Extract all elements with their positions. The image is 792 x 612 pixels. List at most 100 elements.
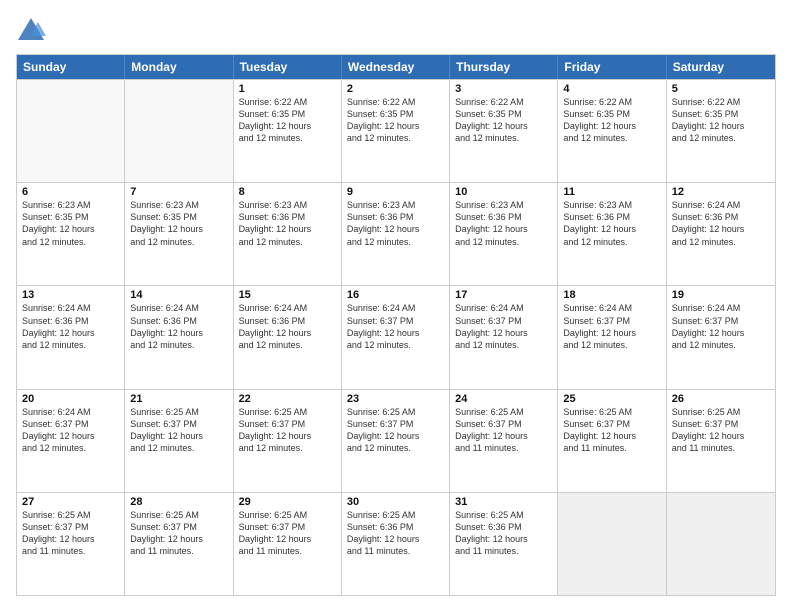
day-info: Sunrise: 6:24 AM Sunset: 6:37 PM Dayligh… — [672, 302, 770, 351]
day-number: 16 — [347, 289, 444, 301]
calendar-cell: 22Sunrise: 6:25 AM Sunset: 6:37 PM Dayli… — [234, 390, 342, 492]
day-info: Sunrise: 6:24 AM Sunset: 6:37 PM Dayligh… — [455, 302, 552, 351]
day-number: 13 — [22, 289, 119, 301]
calendar-cell: 4Sunrise: 6:22 AM Sunset: 6:35 PM Daylig… — [558, 80, 666, 182]
calendar-cell: 31Sunrise: 6:25 AM Sunset: 6:36 PM Dayli… — [450, 493, 558, 595]
day-number: 12 — [672, 186, 770, 198]
page: SundayMondayTuesdayWednesdayThursdayFrid… — [0, 0, 792, 612]
day-info: Sunrise: 6:25 AM Sunset: 6:37 PM Dayligh… — [239, 406, 336, 455]
day-info: Sunrise: 6:22 AM Sunset: 6:35 PM Dayligh… — [672, 96, 770, 145]
day-info: Sunrise: 6:25 AM Sunset: 6:36 PM Dayligh… — [347, 509, 444, 558]
day-info: Sunrise: 6:23 AM Sunset: 6:35 PM Dayligh… — [22, 199, 119, 248]
day-info: Sunrise: 6:25 AM Sunset: 6:37 PM Dayligh… — [130, 509, 227, 558]
day-info: Sunrise: 6:24 AM Sunset: 6:37 PM Dayligh… — [347, 302, 444, 351]
header-day-monday: Monday — [125, 55, 233, 79]
calendar-cell: 25Sunrise: 6:25 AM Sunset: 6:37 PM Dayli… — [558, 390, 666, 492]
calendar-header: SundayMondayTuesdayWednesdayThursdayFrid… — [17, 55, 775, 79]
calendar-cell — [125, 80, 233, 182]
day-info: Sunrise: 6:25 AM Sunset: 6:37 PM Dayligh… — [130, 406, 227, 455]
day-info: Sunrise: 6:25 AM Sunset: 6:37 PM Dayligh… — [347, 406, 444, 455]
day-info: Sunrise: 6:23 AM Sunset: 6:36 PM Dayligh… — [563, 199, 660, 248]
day-number: 3 — [455, 83, 552, 95]
calendar-cell: 1Sunrise: 6:22 AM Sunset: 6:35 PM Daylig… — [234, 80, 342, 182]
calendar-cell: 28Sunrise: 6:25 AM Sunset: 6:37 PM Dayli… — [125, 493, 233, 595]
day-info: Sunrise: 6:23 AM Sunset: 6:35 PM Dayligh… — [130, 199, 227, 248]
calendar-cell: 26Sunrise: 6:25 AM Sunset: 6:37 PM Dayli… — [667, 390, 775, 492]
day-number: 10 — [455, 186, 552, 198]
calendar-cell: 7Sunrise: 6:23 AM Sunset: 6:35 PM Daylig… — [125, 183, 233, 285]
calendar-cell — [667, 493, 775, 595]
day-number: 2 — [347, 83, 444, 95]
day-number: 23 — [347, 393, 444, 405]
day-number: 9 — [347, 186, 444, 198]
calendar-cell: 14Sunrise: 6:24 AM Sunset: 6:36 PM Dayli… — [125, 286, 233, 388]
day-info: Sunrise: 6:25 AM Sunset: 6:36 PM Dayligh… — [455, 509, 552, 558]
day-number: 4 — [563, 83, 660, 95]
day-number: 20 — [22, 393, 119, 405]
day-number: 22 — [239, 393, 336, 405]
day-number: 30 — [347, 496, 444, 508]
calendar-cell: 27Sunrise: 6:25 AM Sunset: 6:37 PM Dayli… — [17, 493, 125, 595]
day-number: 31 — [455, 496, 552, 508]
calendar-cell: 3Sunrise: 6:22 AM Sunset: 6:35 PM Daylig… — [450, 80, 558, 182]
day-info: Sunrise: 6:23 AM Sunset: 6:36 PM Dayligh… — [455, 199, 552, 248]
day-info: Sunrise: 6:25 AM Sunset: 6:37 PM Dayligh… — [239, 509, 336, 558]
day-number: 7 — [130, 186, 227, 198]
day-number: 17 — [455, 289, 552, 301]
day-info: Sunrise: 6:24 AM Sunset: 6:36 PM Dayligh… — [239, 302, 336, 351]
day-number: 11 — [563, 186, 660, 198]
calendar-cell: 11Sunrise: 6:23 AM Sunset: 6:36 PM Dayli… — [558, 183, 666, 285]
week-row-1: 6Sunrise: 6:23 AM Sunset: 6:35 PM Daylig… — [17, 182, 775, 285]
calendar-cell: 9Sunrise: 6:23 AM Sunset: 6:36 PM Daylig… — [342, 183, 450, 285]
day-info: Sunrise: 6:22 AM Sunset: 6:35 PM Dayligh… — [239, 96, 336, 145]
day-number: 25 — [563, 393, 660, 405]
day-info: Sunrise: 6:25 AM Sunset: 6:37 PM Dayligh… — [563, 406, 660, 455]
day-info: Sunrise: 6:24 AM Sunset: 6:37 PM Dayligh… — [22, 406, 119, 455]
day-info: Sunrise: 6:24 AM Sunset: 6:37 PM Dayligh… — [563, 302, 660, 351]
calendar-cell: 17Sunrise: 6:24 AM Sunset: 6:37 PM Dayli… — [450, 286, 558, 388]
header-day-sunday: Sunday — [17, 55, 125, 79]
calendar-cell: 12Sunrise: 6:24 AM Sunset: 6:36 PM Dayli… — [667, 183, 775, 285]
day-number: 24 — [455, 393, 552, 405]
calendar-cell — [17, 80, 125, 182]
day-info: Sunrise: 6:22 AM Sunset: 6:35 PM Dayligh… — [563, 96, 660, 145]
day-info: Sunrise: 6:23 AM Sunset: 6:36 PM Dayligh… — [347, 199, 444, 248]
header-day-thursday: Thursday — [450, 55, 558, 79]
day-number: 21 — [130, 393, 227, 405]
header-day-wednesday: Wednesday — [342, 55, 450, 79]
calendar-cell: 5Sunrise: 6:22 AM Sunset: 6:35 PM Daylig… — [667, 80, 775, 182]
day-number: 5 — [672, 83, 770, 95]
calendar-cell: 2Sunrise: 6:22 AM Sunset: 6:35 PM Daylig… — [342, 80, 450, 182]
header-day-saturday: Saturday — [667, 55, 775, 79]
day-number: 8 — [239, 186, 336, 198]
calendar-cell: 24Sunrise: 6:25 AM Sunset: 6:37 PM Dayli… — [450, 390, 558, 492]
day-info: Sunrise: 6:22 AM Sunset: 6:35 PM Dayligh… — [455, 96, 552, 145]
day-info: Sunrise: 6:24 AM Sunset: 6:36 PM Dayligh… — [130, 302, 227, 351]
day-info: Sunrise: 6:24 AM Sunset: 6:36 PM Dayligh… — [22, 302, 119, 351]
calendar-cell: 6Sunrise: 6:23 AM Sunset: 6:35 PM Daylig… — [17, 183, 125, 285]
day-number: 15 — [239, 289, 336, 301]
day-number: 6 — [22, 186, 119, 198]
day-number: 18 — [563, 289, 660, 301]
week-row-3: 20Sunrise: 6:24 AM Sunset: 6:37 PM Dayli… — [17, 389, 775, 492]
calendar: SundayMondayTuesdayWednesdayThursdayFrid… — [16, 54, 776, 596]
day-info: Sunrise: 6:23 AM Sunset: 6:36 PM Dayligh… — [239, 199, 336, 248]
header-day-friday: Friday — [558, 55, 666, 79]
calendar-cell: 8Sunrise: 6:23 AM Sunset: 6:36 PM Daylig… — [234, 183, 342, 285]
day-number: 28 — [130, 496, 227, 508]
header — [16, 16, 776, 44]
day-number: 29 — [239, 496, 336, 508]
calendar-cell: 13Sunrise: 6:24 AM Sunset: 6:36 PM Dayli… — [17, 286, 125, 388]
calendar-cell — [558, 493, 666, 595]
calendar-cell: 21Sunrise: 6:25 AM Sunset: 6:37 PM Dayli… — [125, 390, 233, 492]
calendar-cell: 10Sunrise: 6:23 AM Sunset: 6:36 PM Dayli… — [450, 183, 558, 285]
day-info: Sunrise: 6:24 AM Sunset: 6:36 PM Dayligh… — [672, 199, 770, 248]
calendar-body: 1Sunrise: 6:22 AM Sunset: 6:35 PM Daylig… — [17, 79, 775, 595]
day-number: 1 — [239, 83, 336, 95]
day-info: Sunrise: 6:25 AM Sunset: 6:37 PM Dayligh… — [22, 509, 119, 558]
calendar-cell: 15Sunrise: 6:24 AM Sunset: 6:36 PM Dayli… — [234, 286, 342, 388]
day-info: Sunrise: 6:25 AM Sunset: 6:37 PM Dayligh… — [455, 406, 552, 455]
calendar-cell: 20Sunrise: 6:24 AM Sunset: 6:37 PM Dayli… — [17, 390, 125, 492]
week-row-2: 13Sunrise: 6:24 AM Sunset: 6:36 PM Dayli… — [17, 285, 775, 388]
calendar-cell: 19Sunrise: 6:24 AM Sunset: 6:37 PM Dayli… — [667, 286, 775, 388]
